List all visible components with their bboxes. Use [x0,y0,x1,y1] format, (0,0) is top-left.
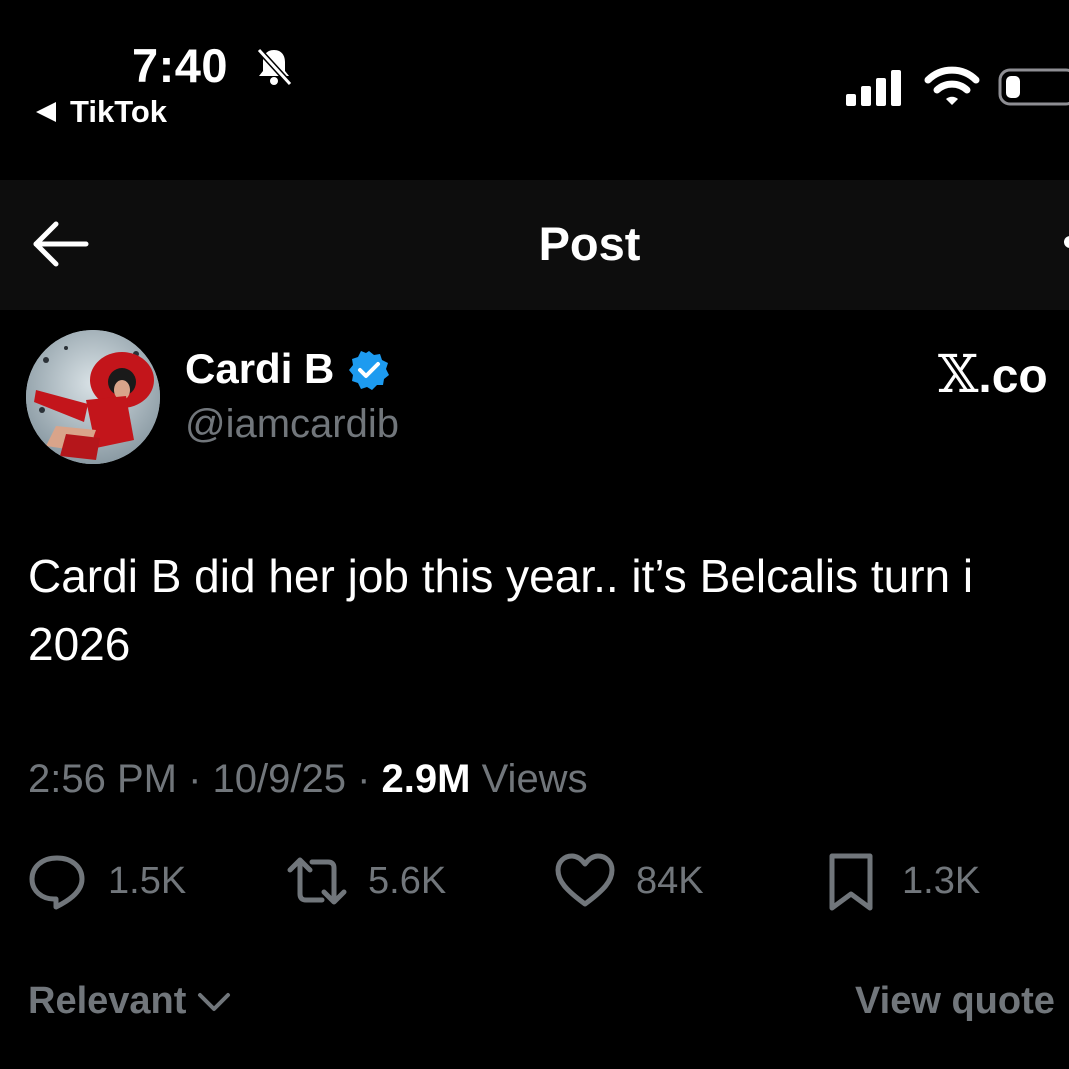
repost-icon [287,857,347,905]
post-date: 10/9/25 [212,757,346,801]
heart-icon [555,853,615,907]
reply-button[interactable]: 1.5K [26,848,186,914]
verified-badge-icon [349,351,389,390]
like-count: 84K [636,859,704,902]
status-time: 7:40 [132,39,229,92]
sort-label: Relevant [28,980,187,1022]
bookmark-button[interactable]: 1.3K [820,848,980,914]
post-time: 2:56 PM [28,757,177,801]
sort-relevant-dropdown[interactable]: Relevant [28,980,232,1023]
meta-separator: · [345,757,382,801]
reply-bubble-icon [29,855,85,910]
x-watermark: 𝕏.co [938,345,1048,405]
repost-count: 5.6K [368,859,447,902]
back-triangle-icon [36,102,56,122]
back-to-tiktok-button[interactable]: TikTok [36,92,167,132]
wifi-icon [924,66,980,105]
post-text: Cardi B did her job this year.. it’s Bel… [28,550,974,670]
cellular-signal-icon [846,70,901,106]
status-bar: 7:40 TikTok [0,0,1069,180]
x-watermark-suffix: .co [978,350,1048,403]
author-handle[interactable]: @iamcardib [185,402,399,447]
bookmark-icon [829,853,873,911]
view-quotes-link[interactable]: View quote [855,980,1055,1023]
chevron-down-icon [198,992,231,1011]
reply-count: 1.5K [108,859,187,902]
meta-separator: · [176,757,213,801]
repost-button[interactable]: 5.6K [286,848,446,914]
nav-header: Post [0,180,1069,310]
avatar-image [26,330,160,464]
views-label: Views [481,757,588,801]
battery-icon [998,68,1069,106]
more-options-icon[interactable] [1064,236,1069,248]
author-name[interactable]: Cardi B [185,345,334,393]
views-count[interactable]: 2.9M [382,757,471,801]
page-title: Post [538,217,641,270]
back-app-label: TikTok [70,94,168,129]
post-meta: 2:56 PM · 10/9/25 · 2.9M Views [28,757,588,802]
bookmark-count: 1.3K [902,859,981,902]
bell-slash-icon [256,47,293,87]
like-button[interactable]: 84K [554,848,704,914]
x-logo-icon: 𝕏 [938,345,979,405]
avatar[interactable] [26,330,160,464]
